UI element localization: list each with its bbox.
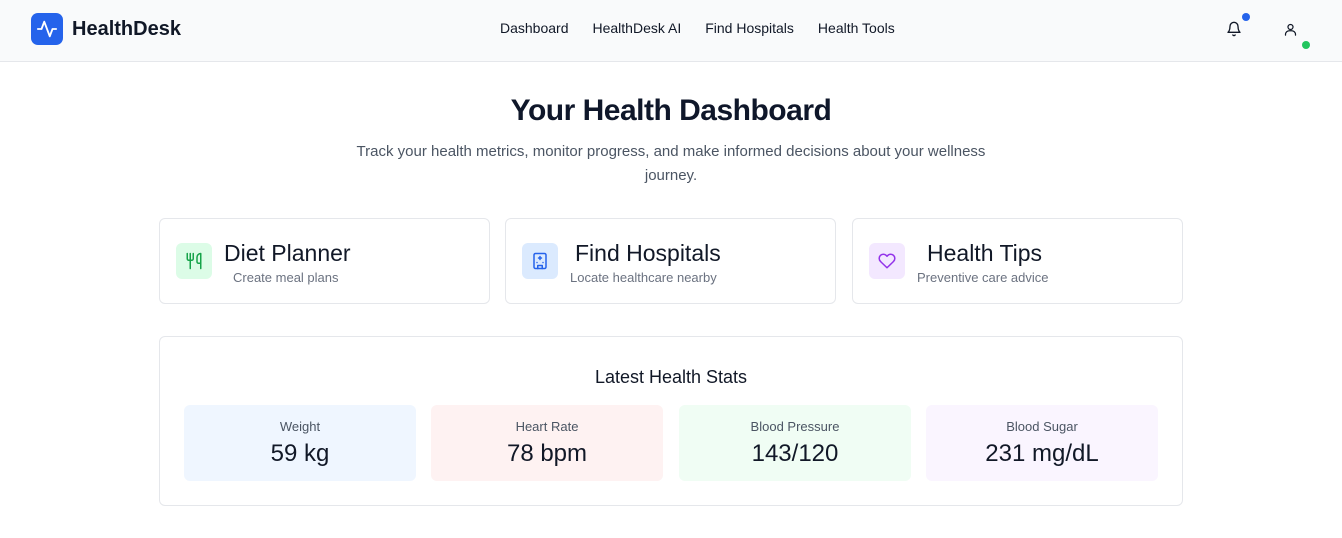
nav-find-hospitals[interactable]: Find Hospitals — [705, 20, 794, 36]
utensils-icon — [176, 243, 212, 279]
stat-value: 143/120 — [751, 440, 839, 467]
nav-health-tools[interactable]: Health Tools — [818, 20, 895, 36]
card-title: Find Hospitals — [575, 240, 721, 266]
card-subtitle: Create meal plans — [233, 270, 339, 285]
nav-dashboard[interactable]: Dashboard — [500, 20, 569, 36]
stat-heart-rate: Heart Rate 78 bpm — [431, 405, 663, 481]
main-nav: Dashboard HealthDesk AI Find Hospitals H… — [500, 20, 919, 36]
card-subtitle: Preventive care advice — [917, 270, 1049, 285]
health-tips-card[interactable]: Health Tips Preventive care advice — [852, 218, 1183, 304]
card-title: Health Tips — [927, 240, 1043, 266]
diet-planner-card[interactable]: Diet Planner Create meal plans — [159, 218, 490, 304]
stat-label: Weight — [279, 419, 321, 434]
brand[interactable]: HealthDesk — [31, 13, 181, 45]
online-status-dot — [1302, 41, 1310, 49]
stat-value: 231 mg/dL — [985, 440, 1099, 467]
page-title: Your Health Dashboard — [510, 94, 832, 127]
stat-value: 78 bpm — [506, 440, 588, 467]
brand-name: HealthDesk — [72, 17, 181, 40]
top-navbar: HealthDesk Dashboard HealthDesk AI Find … — [0, 0, 1342, 62]
activity-pulse-icon — [31, 13, 63, 45]
hospital-building-icon — [522, 243, 558, 279]
card-subtitle: Locate healthcare nearby — [570, 270, 717, 285]
bell-icon[interactable] — [1224, 19, 1244, 39]
health-stats-panel: Latest Health Stats Weight 59 kg Heart R… — [159, 336, 1183, 506]
nav-healthdesk-ai[interactable]: HealthDesk AI — [593, 20, 682, 36]
stat-label: Blood Pressure — [750, 419, 840, 434]
stat-label: Heart Rate — [515, 419, 579, 434]
stat-blood-sugar: Blood Sugar 231 mg/dL — [926, 405, 1158, 481]
user-icon[interactable] — [1280, 19, 1300, 39]
stat-blood-pressure: Blood Pressure 143/120 — [679, 405, 911, 481]
stat-weight: Weight 59 kg — [184, 405, 416, 481]
find-hospitals-card[interactable]: Find Hospitals Locate healthcare nearby — [505, 218, 836, 304]
stat-label: Blood Sugar — [1006, 419, 1078, 434]
stat-value: 59 kg — [270, 440, 330, 467]
stats-title: Latest Health Stats — [594, 367, 748, 387]
page-subtitle: Track your health metrics, monitor progr… — [356, 143, 986, 184]
heart-icon — [869, 243, 905, 279]
card-title: Diet Planner — [224, 240, 351, 266]
notification-badge — [1242, 13, 1250, 21]
